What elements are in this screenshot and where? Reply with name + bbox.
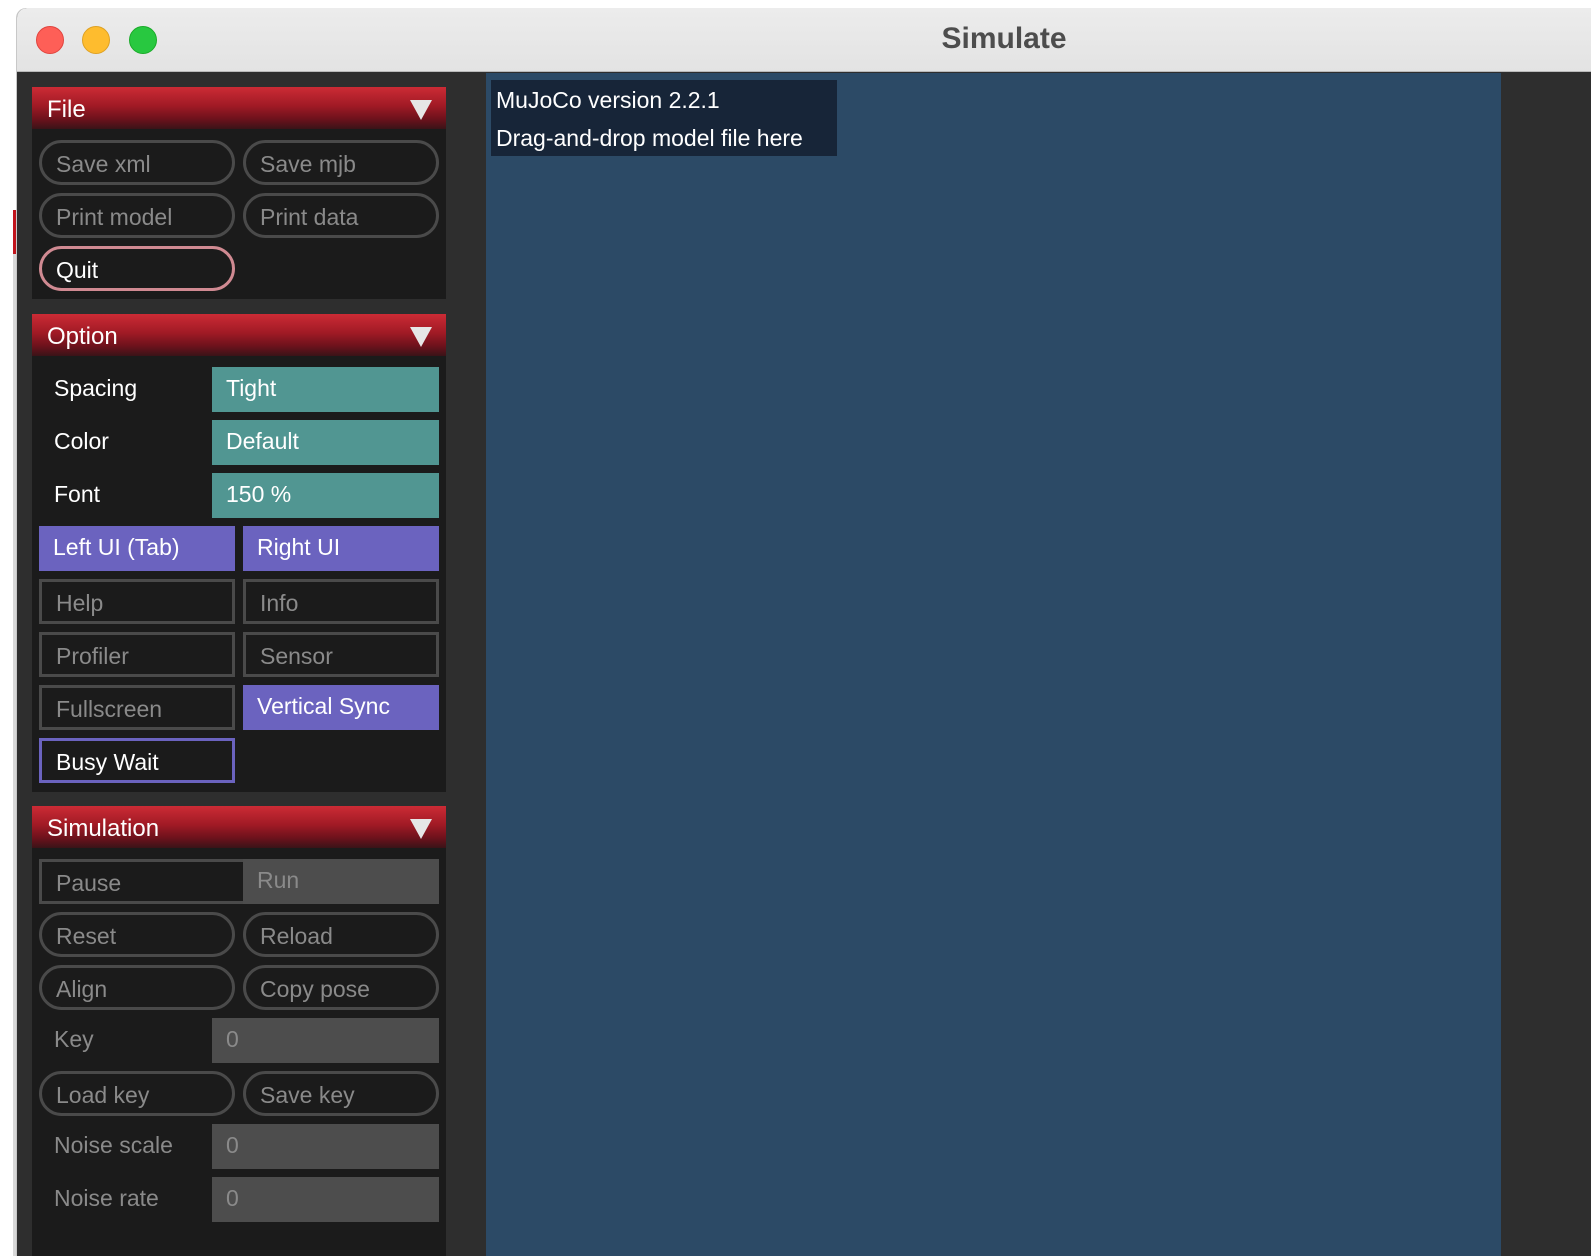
info-toggle[interactable]: Info xyxy=(243,579,439,624)
version-text: MuJoCo version 2.2.1 xyxy=(496,87,720,113)
title-bar[interactable]: Simulate xyxy=(17,8,1591,72)
fullscreen-toggle[interactable]: Fullscreen xyxy=(39,685,235,730)
pause-radio[interactable]: Pause xyxy=(39,859,243,904)
file-section-header[interactable]: File xyxy=(32,87,446,129)
font-label: Font xyxy=(54,481,101,507)
right-ui-toggle[interactable]: Right UI xyxy=(243,526,439,571)
copy-pose-button[interactable]: Copy pose xyxy=(243,965,439,1010)
sensor-toggle[interactable]: Sensor xyxy=(243,632,439,677)
spacing-select[interactable]: Tight xyxy=(212,367,439,412)
print-model-button[interactable]: Print model xyxy=(39,193,235,238)
reload-button[interactable]: Reload xyxy=(243,912,439,957)
simulation-viewport[interactable] xyxy=(486,73,1501,1256)
font-select[interactable]: 150 % xyxy=(212,473,439,518)
file-section-title: File xyxy=(47,96,86,123)
left-ui-toggle[interactable]: Left UI (Tab) xyxy=(39,526,235,571)
profiler-toggle[interactable]: Profiler xyxy=(39,632,235,677)
key-slider[interactable]: 0 xyxy=(212,1018,439,1063)
align-button[interactable]: Align xyxy=(39,965,235,1010)
save-mjb-button[interactable]: Save mjb xyxy=(243,140,439,185)
option-section-header[interactable]: Option xyxy=(32,314,446,356)
load-key-button[interactable]: Load key xyxy=(39,1071,235,1116)
save-key-button[interactable]: Save key xyxy=(243,1071,439,1116)
help-toggle[interactable]: Help xyxy=(39,579,235,624)
busy-wait-toggle[interactable]: Busy Wait xyxy=(39,738,235,783)
viewport-info-overlay: MuJoCo version 2.2.1 Drag-and-drop model… xyxy=(491,80,837,156)
collapse-chevron-icon[interactable] xyxy=(410,327,432,347)
window-title: Simulate xyxy=(941,22,1067,55)
simulation-section-header[interactable]: Simulation xyxy=(32,806,446,848)
option-section-title: Option xyxy=(47,323,118,350)
key-label: Key xyxy=(54,1026,94,1052)
run-radio[interactable]: Run xyxy=(243,859,439,904)
option-section: Option Spacing Tight Color Default Font … xyxy=(32,314,446,792)
save-xml-button[interactable]: Save xml xyxy=(39,140,235,185)
quit-button[interactable]: Quit xyxy=(39,246,235,291)
file-section: File Save xml Save mjb Print model Print… xyxy=(32,87,446,299)
collapse-chevron-icon[interactable] xyxy=(410,819,432,839)
simulation-section: Simulation Pause Run Reset Reload Align … xyxy=(32,806,446,1256)
spacing-label: Spacing xyxy=(54,375,138,401)
noise-scale-slider[interactable]: 0 xyxy=(212,1124,439,1169)
drop-hint-text: Drag-and-drop model file here xyxy=(496,125,803,151)
collapse-chevron-icon[interactable] xyxy=(410,100,432,120)
print-data-button[interactable]: Print data xyxy=(243,193,439,238)
right-ui-area xyxy=(1501,73,1591,1256)
simulation-section-title: Simulation xyxy=(47,815,160,842)
noise-scale-label: Noise scale xyxy=(54,1132,173,1158)
noise-rate-slider[interactable]: 0 xyxy=(212,1177,439,1222)
color-select[interactable]: Default xyxy=(212,420,439,465)
noise-rate-label: Noise rate xyxy=(54,1185,159,1211)
color-label: Color xyxy=(54,428,109,454)
vertical-sync-toggle[interactable]: Vertical Sync xyxy=(243,685,439,730)
simulate-window: Simulate File Save xml Save mjb Print mo… xyxy=(17,8,1591,1256)
reset-button[interactable]: Reset xyxy=(39,912,235,957)
